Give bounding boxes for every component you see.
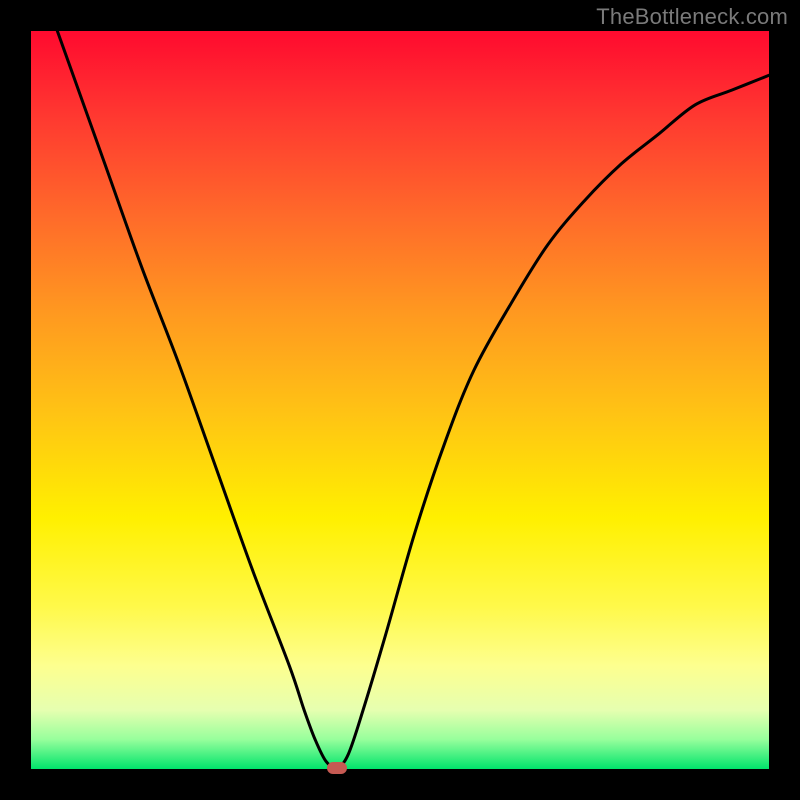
plot-area [31,31,769,769]
watermark-text: TheBottleneck.com [596,4,788,30]
chart-frame: TheBottleneck.com [0,0,800,800]
bottleneck-curve [31,31,769,768]
optimal-marker [327,762,347,774]
curve-svg [31,31,769,769]
